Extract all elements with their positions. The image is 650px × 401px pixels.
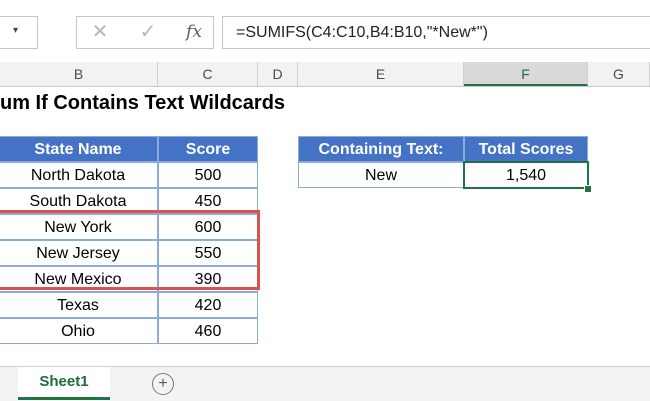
column-header-row: B C D E F G	[0, 62, 650, 87]
sheet-tab-bar: Sheet1 +	[0, 366, 650, 401]
table-row-state[interactable]: Texas	[0, 292, 158, 318]
enter-check-icon[interactable]: ✓	[134, 16, 162, 49]
table-row-score[interactable]: 500	[158, 162, 258, 188]
formula-bar: ▾ ✕ ✓ fx =SUMIFS(C4:C10,B4:B10,"*New*")	[0, 0, 650, 63]
table-row-state[interactable]: North Dakota	[0, 162, 158, 188]
add-sheet-plus-icon[interactable]: +	[152, 373, 174, 395]
table-row-score[interactable]: 420	[158, 292, 258, 318]
table1-header-score[interactable]: Score	[158, 136, 258, 162]
column-header-d[interactable]: D	[258, 62, 298, 86]
table1-header-state[interactable]: State Name	[0, 136, 158, 162]
table2-header-containing-text[interactable]: Containing Text:	[298, 136, 464, 162]
table-row-state[interactable]: Ohio	[0, 318, 158, 344]
formula-text[interactable]: =SUMIFS(C4:C10,B4:B10,"*New*")	[236, 16, 488, 49]
name-box[interactable]: ▾	[0, 16, 38, 49]
table-row-score[interactable]: 460	[158, 318, 258, 344]
worksheet-grid[interactable]: um If Contains Text Wildcards State Name…	[0, 86, 650, 358]
column-header-c[interactable]: C	[158, 62, 258, 86]
fill-handle[interactable]	[584, 185, 592, 193]
fx-icon[interactable]: fx	[180, 16, 208, 49]
sheet-title[interactable]: um If Contains Text Wildcards	[0, 92, 285, 115]
column-header-b[interactable]: B	[0, 62, 158, 86]
column-header-e[interactable]: E	[298, 62, 464, 86]
cancel-x-icon[interactable]: ✕	[86, 16, 114, 49]
dropdown-arrow-icon[interactable]: ▾	[13, 25, 18, 36]
table2-header-total-scores[interactable]: Total Scores	[464, 136, 588, 162]
column-header-f[interactable]: F	[464, 62, 588, 86]
active-cell-outline	[463, 161, 589, 189]
column-header-g[interactable]: G	[588, 62, 650, 86]
sheet-tab-sheet1[interactable]: Sheet1	[18, 367, 110, 400]
highlight-box	[0, 210, 260, 290]
criteria-cell[interactable]: New	[298, 162, 464, 188]
